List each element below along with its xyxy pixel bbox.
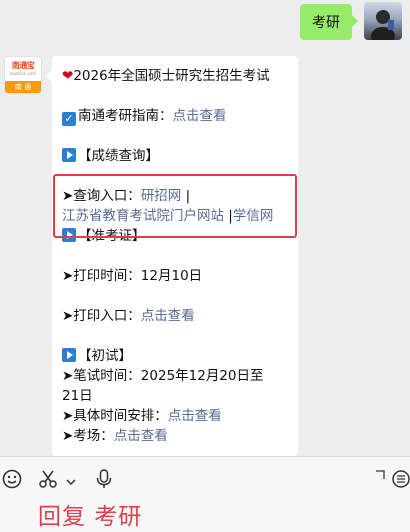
message-title-line: ❤2026年全国硕士研究生招生考试 — [62, 66, 288, 86]
written-time-line-2: 21日 — [62, 388, 93, 404]
user-message-row: 考研 — [0, 0, 410, 50]
bot-avatar[interactable]: 南通宝 baotlian.com 南 通 — [4, 56, 42, 94]
message-title: 2026年全国硕士研究生招生考试 — [73, 68, 270, 84]
reply-annotation: 回复 考研 — [38, 504, 143, 530]
exam-section-label: 【初试】 — [78, 348, 132, 364]
written-time-line: ➤笔试时间：2025年12月20日至 — [62, 368, 264, 384]
scissors-icon[interactable] — [38, 469, 58, 492]
user-avatar-image — [371, 10, 395, 40]
heart-icon: ❤ — [62, 68, 74, 84]
bot-logo-sub: baotlian.com — [9, 71, 37, 76]
play-icon — [62, 148, 76, 162]
guide-line: ✓ 南通考研指南：点击查看 — [62, 106, 288, 126]
chevron-down-icon[interactable] — [66, 473, 76, 493]
print-entry-link[interactable]: 点击查看 — [141, 308, 195, 324]
play-icon — [62, 348, 76, 362]
score-section-label: 【成绩查询】 — [78, 148, 159, 164]
emoji-icon[interactable] — [2, 469, 22, 492]
print-entry-line: ➤打印入口：点击查看 — [62, 306, 288, 326]
guide-link[interactable]: 点击查看 — [173, 108, 227, 124]
score-section-heading: 【成绩查询】 — [62, 146, 288, 166]
checkmark-icon: ✓ — [62, 112, 76, 126]
bot-message-bubble[interactable]: ❤2026年全国硕士研究生招生考试 ✓ 南通考研指南：点击查看 【成绩查询】 ➤查… — [52, 56, 298, 456]
print-time-line: ➤打印时间：12月10日 — [62, 268, 203, 284]
user-avatar[interactable] — [364, 2, 402, 40]
venue-label: ➤考场： — [62, 428, 114, 444]
exam-section-heading: 【初试】 — [62, 346, 288, 366]
expand-icon[interactable] — [375, 463, 385, 483]
print-entry-label: ➤打印入口： — [62, 308, 141, 324]
schedule-label: ➤具体时间安排： — [62, 408, 168, 424]
venue-line: ➤考场：点击查看 — [62, 426, 288, 446]
bot-logo-text: 南通宝 — [11, 61, 35, 70]
guide-label: 南通考研指南： — [78, 108, 173, 124]
bot-logo-bottom: 南 通 — [5, 81, 41, 93]
user-message-bubble[interactable]: 考研 — [300, 4, 358, 40]
microphone-icon[interactable] — [96, 469, 112, 492]
schedule-line: ➤具体时间安排：点击查看 — [62, 406, 288, 426]
venue-link[interactable]: 点击查看 — [114, 428, 168, 444]
menu-icon[interactable] — [392, 469, 410, 492]
schedule-link[interactable]: 点击查看 — [168, 408, 222, 424]
highlight-box — [53, 174, 297, 238]
